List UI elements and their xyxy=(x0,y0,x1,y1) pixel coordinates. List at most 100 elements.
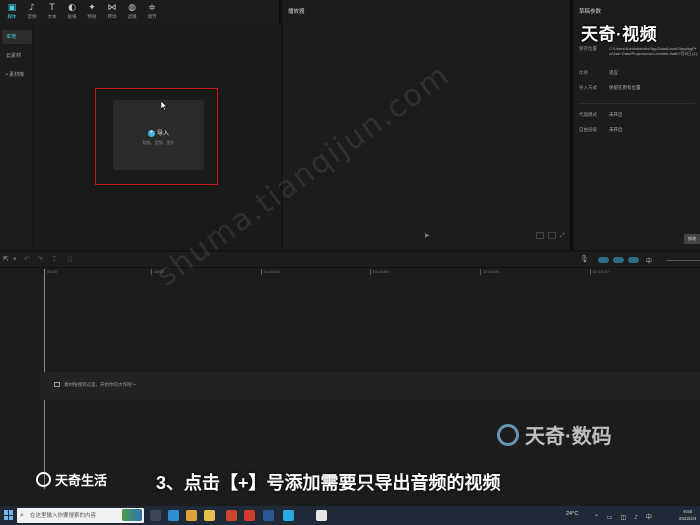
auto-snap-icon[interactable] xyxy=(613,257,624,263)
zoom-slider[interactable] xyxy=(666,260,700,261)
chrome-icon[interactable] xyxy=(186,510,197,521)
import-hint: 视频、音频、图片 xyxy=(142,140,175,145)
audio-icon: ♪ xyxy=(29,3,35,13)
microphone-icon[interactable]: 🎙 xyxy=(580,255,589,264)
import-card[interactable]: + 导入 视频、音频、图片 xyxy=(113,100,204,170)
system-tray-icons[interactable]: ⌃ ▭ ◫ ♪ 中 xyxy=(594,512,655,521)
tianqi-life-logo: 天奇生活 xyxy=(36,470,107,489)
temperature-readout[interactable]: 24°C xyxy=(566,511,578,517)
windows-start-icon[interactable] xyxy=(4,510,14,520)
param-label: 导入方式 xyxy=(579,85,597,90)
ruler-tick: 00:00 xyxy=(44,269,57,275)
play-icon[interactable]: ▶ xyxy=(425,232,430,239)
track-drop-hint: 素材拖拽到这里，开始你的大作吧～ xyxy=(54,382,136,388)
param-proxy-mode: 代理模式 未开启 xyxy=(579,112,623,118)
dropdown-icon[interactable]: ▾ xyxy=(13,255,17,264)
linkage-icon[interactable] xyxy=(628,257,639,263)
ruler-tick: 01:10:00 xyxy=(370,269,389,275)
clock-time: 9:50 xyxy=(683,509,693,514)
search-icon: ⌕ xyxy=(20,511,24,519)
store-icon[interactable] xyxy=(226,510,237,521)
toolbar-tab-label: 调节 xyxy=(147,14,157,19)
toolbar-tab-media[interactable]: ▣ 媒体 xyxy=(2,0,22,24)
capcut-icon[interactable] xyxy=(316,510,327,521)
toolbar-tab-audio[interactable]: ♪ 音频 xyxy=(22,0,42,24)
select-tool-icon[interactable]: ⇱ xyxy=(3,255,9,264)
param-save-location: 保存位置 C:/Users/Administrator/AppData/Loca… xyxy=(579,46,697,56)
player-title: 播放器 xyxy=(288,9,305,15)
redo-icon[interactable]: ↷ xyxy=(37,255,43,264)
taskbar-clock[interactable]: 9:50 2022/2/4 xyxy=(679,508,697,522)
word-icon[interactable] xyxy=(263,510,274,521)
modify-button[interactable]: 修改 xyxy=(684,234,700,244)
text-icon: T xyxy=(49,3,55,13)
language-toggle[interactable]: 中 xyxy=(646,256,652,265)
sticker-icon: ◐ xyxy=(68,3,76,13)
weather-widget-icon[interactable] xyxy=(122,509,142,521)
divider xyxy=(579,103,695,104)
aspect-ratio-icon[interactable] xyxy=(536,232,544,239)
player-controls: ▶ ⤢ xyxy=(283,230,572,242)
tianqi-logo-icon xyxy=(497,423,519,446)
clock-date: 2022/2/4 xyxy=(679,516,697,521)
toolbar-tab-filter[interactable]: ◍ 滤镜 xyxy=(122,0,142,24)
param-value: 未开启 xyxy=(609,127,623,132)
import-button[interactable]: + 导入 xyxy=(113,128,204,137)
transition-icon: ⋈ xyxy=(107,3,117,13)
timeline-panel: ⇱ ▾ ↶ ↷ ⌶ ▯ 🎙 中 00:00 10:00 01:00:00 01:… xyxy=(0,252,700,506)
filter-icon: ◍ xyxy=(128,3,136,13)
sidebar-item-local[interactable]: 本地 xyxy=(2,30,32,44)
toolbar-tab-label: 滤镜 xyxy=(127,14,137,19)
qq-icon[interactable] xyxy=(283,510,294,521)
toolbar-tab-label: 文本 xyxy=(47,14,57,19)
adjust-icon: ≑ xyxy=(148,3,156,13)
toolbar-tab-label: 媒体 xyxy=(7,14,17,19)
logo-left-text: 天奇生活 xyxy=(55,473,108,488)
split-icon[interactable]: ⌶ xyxy=(52,255,56,264)
ruler-tick: 02:10:00 xyxy=(590,269,609,275)
explorer-icon[interactable] xyxy=(204,510,215,521)
main-video-track[interactable]: 素材拖拽到这里，开始你的大作吧～ xyxy=(40,372,700,400)
param-label: 代理模式 xyxy=(579,112,597,117)
toolbar-tab-text[interactable]: T 文本 xyxy=(42,0,62,24)
timeline-toolbar: ⇱ ▾ ↶ ↷ ⌶ ▯ 🎙 中 xyxy=(0,252,700,268)
time-ruler: 00:00 10:00 01:00:00 01:10:00 02:00:00 0… xyxy=(40,269,700,277)
param-ratio: 比例 适应 xyxy=(579,70,618,76)
param-label: 比例 xyxy=(579,70,588,75)
track-hint-text: 素材拖拽到这里，开始你的大作吧～ xyxy=(64,382,136,387)
player-panel: 播放器 ▶ ⤢ xyxy=(283,0,572,250)
param-free-layer: 自由层级 未开启 xyxy=(579,127,623,133)
tianqi-life-logo-icon xyxy=(36,472,51,487)
crop-icon[interactable] xyxy=(548,232,556,239)
param-value: 未开启 xyxy=(609,112,623,117)
params-title: 草稿参数 xyxy=(579,9,602,15)
wps-icon[interactable] xyxy=(244,510,255,521)
toolbar-tab-effects[interactable]: ✦ 特效 xyxy=(82,0,102,24)
sidebar-item-library[interactable]: • 素材库 xyxy=(2,68,32,82)
param-value: 适应 xyxy=(609,70,618,75)
toolbar-tab-label: 音频 xyxy=(27,14,37,19)
toolbar-tab-adjust[interactable]: ≑ 调节 xyxy=(142,0,162,24)
edge-icon[interactable] xyxy=(168,510,179,521)
undo-icon[interactable]: ↶ xyxy=(24,255,30,264)
fullscreen-icon[interactable]: ⤢ xyxy=(560,232,568,239)
toolbar-tab-transition[interactable]: ⋈ 转场 xyxy=(102,0,122,24)
media-side-nav: 本地 云素材 • 素材库 xyxy=(0,24,34,250)
toolbar-tab-label: 转场 xyxy=(107,14,117,19)
brand-watermark-bottom: 天奇·数码 xyxy=(497,420,612,449)
ruler-tick: 01:00:00 xyxy=(261,269,280,275)
windows-taskbar: ⌕ 在这里输入你要搜索的内容 24°C ⌃ ▭ ◫ ♪ 中 9:50 2022/… xyxy=(0,506,700,525)
param-value: C:/Users/Administrator/AppData/Local/Jia… xyxy=(609,46,698,56)
toolbar-tab-sticker[interactable]: ◐ 贴纸 xyxy=(62,0,82,24)
toolbar-tab-label: 特效 xyxy=(87,14,97,19)
param-label: 自由层级 xyxy=(579,127,597,132)
sidebar-item-cloud[interactable]: 云素材 xyxy=(2,49,32,63)
ruler-tick: 02:00:00 xyxy=(480,269,499,275)
taskbar-search-box[interactable]: ⌕ 在这里输入你要搜索的内容 xyxy=(17,508,144,523)
film-icon xyxy=(54,382,60,388)
task-view-icon[interactable] xyxy=(150,510,161,521)
main-track-magnet-icon[interactable] xyxy=(598,257,609,263)
toolbar-tab-label: 贴纸 xyxy=(67,14,77,19)
delete-icon[interactable]: ▯ xyxy=(68,255,72,264)
param-import-mode: 导入方式 保留在原有位置 xyxy=(579,85,641,91)
